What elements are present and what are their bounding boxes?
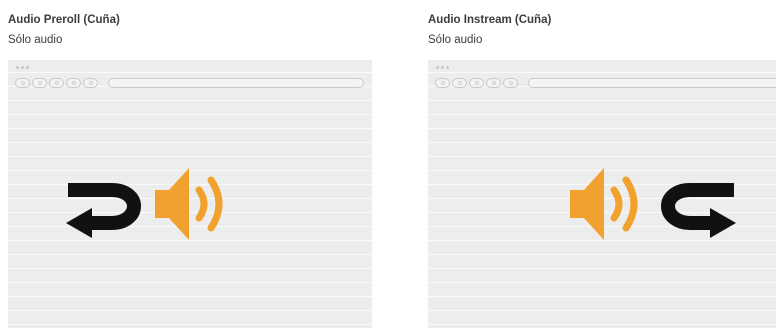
toolbar-button [452,78,467,88]
panel-subtitle: Sólo audio [8,34,63,46]
browser-mockup [8,60,372,328]
address-bar [108,78,364,88]
toolbar-button [49,78,64,88]
toolbar-button [435,78,450,88]
speaker-sound-icon [570,168,638,240]
panel-title: Audio Preroll (Cuña) [8,14,120,26]
panel-subtitle: Sólo audio [428,34,483,46]
browser-mockup [428,60,776,328]
address-bar [528,78,776,88]
curved-arrow-right-icon [660,183,736,238]
toolbar-button [503,78,518,88]
toolbar-button [469,78,484,88]
window-controls [436,66,449,69]
panel-title: Audio Instream (Cuña) [428,14,552,26]
toolbar-button [32,78,47,88]
toolbar-buttons [15,78,98,88]
curved-arrow-left-icon [66,183,142,238]
toolbar-buttons [435,78,518,88]
speaker-sound-icon [155,168,223,240]
toolbar-button [486,78,501,88]
toolbar-button [66,78,81,88]
window-controls [16,66,29,69]
toolbar-button [15,78,30,88]
toolbar-button [83,78,98,88]
